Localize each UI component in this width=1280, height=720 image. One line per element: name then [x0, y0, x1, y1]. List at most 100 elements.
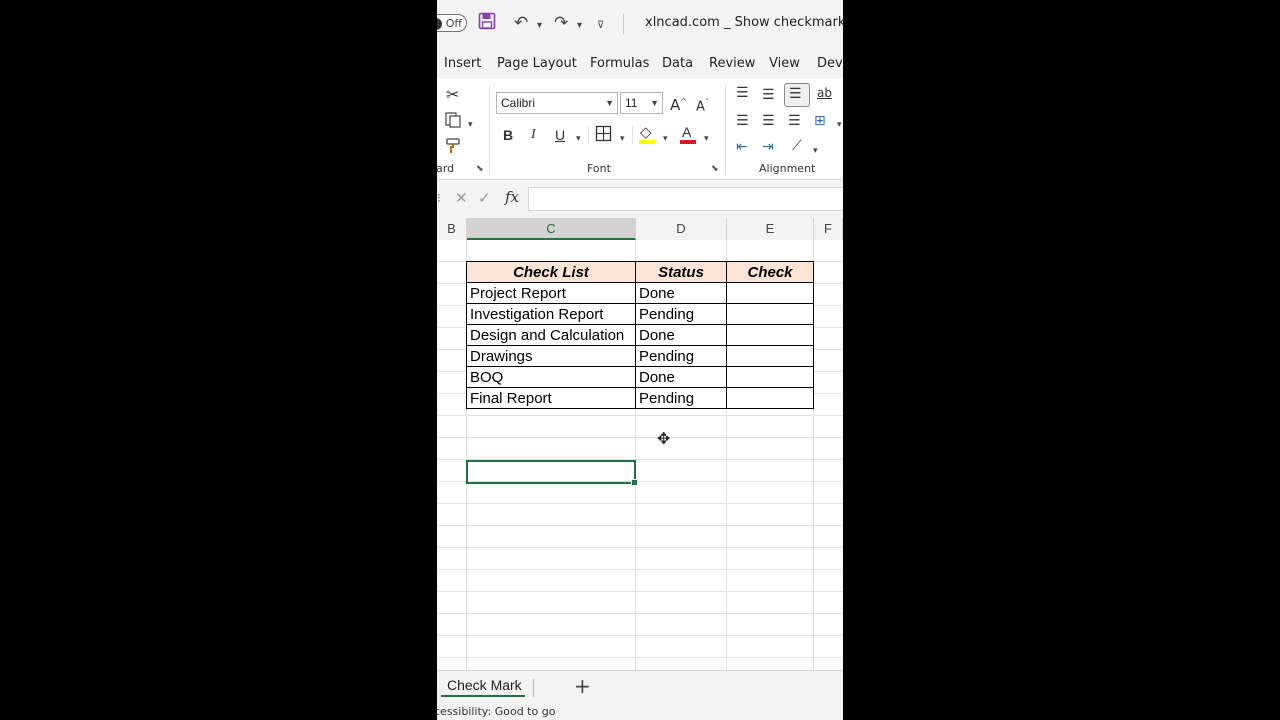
column-header-c[interactable]: C — [467, 218, 636, 240]
cut-icon[interactable]: ✂ — [446, 86, 459, 104]
tab-page-layout[interactable]: Page Layout — [497, 56, 577, 71]
align-right-icon[interactable]: ☰ — [788, 112, 801, 130]
gridline — [437, 657, 843, 658]
tab-formulas[interactable]: Formulas — [590, 56, 649, 71]
autosave-toggle[interactable]: Off — [437, 14, 467, 32]
tab-review[interactable]: Review — [709, 56, 755, 71]
status-cell[interactable]: Done — [635, 324, 727, 346]
orientation-dropdown-icon[interactable]: ▾ — [813, 142, 818, 160]
check-cell[interactable] — [726, 366, 814, 388]
align-bottom-button[interactable]: ☰ — [784, 83, 810, 107]
document-title: xlncad.com _ Show checkmark if com — [645, 15, 843, 30]
cancel-icon[interactable]: ✕ — [455, 189, 468, 207]
clipboard-launcher-icon[interactable]: ⬊ — [476, 164, 484, 174]
title-bar: Off ↶ ▾ ↷ ▾ ⊽ xlncad.com _ Show checkmar… — [437, 0, 843, 48]
check-cell[interactable] — [726, 387, 814, 409]
status-cell[interactable]: Done — [635, 282, 727, 304]
header-cell-check-list[interactable]: Check List — [466, 261, 636, 283]
task-cell[interactable]: Project Report — [466, 282, 636, 304]
formula-input[interactable] — [528, 187, 843, 211]
bold-button[interactable]: B — [503, 126, 513, 144]
tab-view[interactable]: View — [769, 56, 800, 71]
check-cell[interactable] — [726, 324, 814, 346]
header-cell-status[interactable]: Status — [635, 261, 727, 283]
align-middle-icon[interactable]: ☰ — [762, 86, 775, 104]
font-color-dropdown-icon[interactable]: ▾ — [704, 130, 709, 148]
fill-color-swatch — [639, 140, 655, 144]
column-header-d[interactable]: D — [636, 218, 727, 240]
font-launcher-icon[interactable]: ⬊ — [711, 164, 719, 174]
grow-font-icon[interactable]: A^ — [670, 93, 687, 114]
redo-icon[interactable]: ↷ — [554, 12, 568, 34]
column-header-b[interactable]: B — [437, 218, 467, 240]
increase-indent-icon[interactable]: ⇥ — [762, 138, 774, 156]
borders-dropdown-icon[interactable]: ▾ — [620, 130, 625, 148]
status-cell[interactable]: Done — [635, 366, 727, 388]
column-header-e[interactable]: E — [727, 218, 814, 240]
align-top-icon[interactable]: ☰ — [736, 84, 749, 102]
undo-icon[interactable]: ↶ — [514, 12, 528, 34]
decrease-indent-icon[interactable]: ⇤ — [736, 138, 748, 156]
wrap-text-icon[interactable]: ab — [817, 84, 832, 102]
italic-button[interactable]: I — [531, 126, 536, 144]
save-icon[interactable] — [478, 12, 496, 36]
copy-icon[interactable] — [444, 111, 462, 134]
underline-button[interactable]: U — [555, 126, 565, 144]
font-size-select[interactable]: 11 ▼ — [620, 92, 663, 114]
task-cell[interactable]: Final Report — [466, 387, 636, 409]
font-name-select[interactable]: Calibri ▼ — [496, 92, 618, 114]
redo-dropdown-icon[interactable]: ▾ — [577, 15, 582, 37]
customize-toolbar-icon[interactable]: ⊽ — [597, 15, 604, 37]
gridline — [437, 591, 843, 592]
clipboard-group-label: ard — [437, 162, 455, 175]
tab-developer[interactable]: Deve — [817, 56, 843, 71]
orientation-icon[interactable]: ⟋ — [792, 137, 802, 155]
excel-window: Off ↶ ▾ ↷ ▾ ⊽ xlncad.com _ Show checkmar… — [437, 0, 843, 720]
borders-icon[interactable] — [595, 125, 612, 147]
formula-bar: ⁝ ✕ ✓ fx — [437, 186, 843, 212]
insert-function-button[interactable]: fx — [505, 188, 519, 206]
sheet-tab-check-mark[interactable]: Check Mark — [441, 677, 525, 697]
status-cell[interactable]: Pending — [635, 303, 727, 325]
gridline — [437, 569, 843, 570]
underline-dropdown-icon[interactable]: ▾ — [576, 130, 581, 148]
task-cell[interactable]: Design and Calculation — [466, 324, 636, 346]
task-cell[interactable]: Investigation Report — [466, 303, 636, 325]
worksheet-grid[interactable]: Check List Status Check Project Report D… — [437, 240, 843, 670]
sheet-bar: Check Mark + — [437, 670, 843, 703]
table-header-row: Check List Status Check — [466, 261, 814, 283]
align-left-icon[interactable]: ☰ — [736, 112, 749, 130]
merge-dropdown-icon[interactable]: ▾ — [837, 116, 842, 134]
shrink-font-icon[interactable]: Aˇ — [696, 94, 709, 116]
merge-center-icon[interactable]: ⊞ — [814, 112, 826, 130]
accessibility-status[interactable]: cessibility: Good to go — [437, 705, 555, 718]
header-cell-check[interactable]: Check — [726, 261, 814, 283]
fill-color-icon[interactable]: ◇ — [640, 123, 652, 141]
format-painter-icon[interactable] — [445, 137, 463, 160]
add-sheet-button[interactable]: + — [574, 674, 591, 698]
tab-data[interactable]: Data — [662, 56, 693, 71]
gridline — [437, 437, 843, 438]
check-cell[interactable] — [726, 345, 814, 367]
align-center-icon[interactable]: ☰ — [762, 112, 775, 130]
undo-dropdown-icon[interactable]: ▾ — [537, 15, 542, 37]
sheet-separator — [533, 679, 534, 697]
column-header-f[interactable]: F — [814, 218, 843, 240]
status-cell[interactable]: Pending — [635, 345, 727, 367]
task-cell[interactable]: Drawings — [466, 345, 636, 367]
enter-icon[interactable]: ✓ — [478, 189, 491, 207]
ribbon: ✂ ▾ ard ⬊ Calibri ▼ 11 ▼ A^ Aˇ B I U ▾ ▾ — [437, 79, 843, 180]
font-group-label: Font — [587, 162, 611, 175]
check-cell[interactable] — [726, 303, 814, 325]
fill-color-dropdown-icon[interactable]: ▾ — [663, 130, 668, 148]
font-color-icon[interactable]: A — [682, 123, 691, 141]
tab-insert[interactable]: Insert — [444, 56, 481, 71]
copy-dropdown-icon[interactable]: ▾ — [468, 116, 473, 134]
check-cell[interactable] — [726, 282, 814, 304]
status-cell[interactable]: Pending — [635, 387, 727, 409]
ribbon-separator — [588, 126, 589, 144]
alignment-group-label: Alignment — [759, 162, 816, 175]
active-cell[interactable] — [466, 460, 638, 486]
gridline — [437, 503, 843, 504]
task-cell[interactable]: BOQ — [466, 366, 636, 388]
